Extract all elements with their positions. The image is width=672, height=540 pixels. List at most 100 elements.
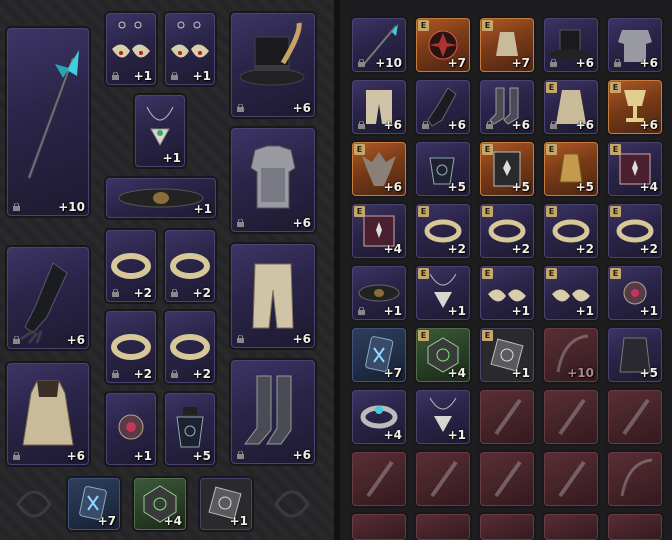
rune-slot-2[interactable]: +4: [134, 478, 186, 530]
inv-slot[interactable]: E +6: [608, 80, 662, 134]
inv-slot-empty[interactable]: [544, 452, 598, 506]
ring-slot-3[interactable]: +2: [106, 311, 156, 383]
lock-icon: [550, 121, 557, 129]
inv-slot[interactable]: E +1: [608, 266, 662, 320]
inv-slot-empty[interactable]: [416, 514, 470, 540]
rune-3-level: +1: [229, 514, 248, 528]
sword-icon: [494, 398, 522, 436]
inv-slot[interactable]: +6: [416, 80, 470, 134]
item-level: +6: [383, 118, 402, 132]
inv-slot[interactable]: E +7: [416, 18, 470, 72]
inv-slot-empty[interactable]: [480, 514, 534, 540]
brooch-level: +1: [133, 449, 152, 463]
inv-slot[interactable]: +10: [352, 18, 406, 72]
bottle-slot[interactable]: +5: [165, 393, 215, 465]
lock-icon: [486, 121, 493, 129]
lock-icon: [358, 121, 365, 129]
inv-slot[interactable]: E +7: [480, 18, 534, 72]
earring-2-level: +1: [192, 69, 211, 83]
item-level: +1: [447, 304, 466, 318]
item-level: +6: [575, 118, 594, 132]
inv-slot[interactable]: +6: [352, 80, 406, 134]
lock-icon: [237, 451, 244, 459]
inv-slot[interactable]: E +4: [416, 328, 470, 382]
inv-slot[interactable]: E +1: [480, 266, 534, 320]
item-level: +10: [375, 56, 402, 70]
lock-icon: [237, 219, 244, 227]
inv-slot[interactable]: E +2: [480, 204, 534, 258]
ring-slot-1[interactable]: +2: [106, 230, 156, 302]
item-level: +6: [447, 118, 466, 132]
lock-icon: [171, 289, 178, 297]
sword-icon: [558, 398, 586, 436]
inv-slot-empty[interactable]: [480, 390, 534, 444]
rune-slot-3[interactable]: +1: [200, 478, 252, 530]
gloves-slot[interactable]: +6: [7, 247, 89, 349]
inv-slot[interactable]: E +2: [608, 204, 662, 258]
lock-icon: [237, 104, 244, 112]
inv-slot[interactable]: E +1: [416, 266, 470, 320]
hat-level: +6: [292, 101, 311, 115]
ring-slot-2[interactable]: +2: [165, 230, 215, 302]
inv-slot-empty[interactable]: [352, 452, 406, 506]
armor-slot[interactable]: +6: [231, 128, 315, 232]
belt-level: +1: [193, 202, 212, 216]
sword-icon: [494, 460, 522, 498]
inv-slot-empty[interactable]: [544, 390, 598, 444]
inv-slot[interactable]: +5: [416, 142, 470, 196]
inv-slot[interactable]: E +6: [352, 142, 406, 196]
rune-slot-1[interactable]: +7: [68, 478, 120, 530]
inv-slot[interactable]: +1: [416, 390, 470, 444]
cape-slot[interactable]: +6: [7, 363, 89, 465]
pants-slot[interactable]: +6: [231, 244, 315, 348]
brooch-slot[interactable]: +1: [106, 393, 156, 465]
lock-icon: [550, 59, 557, 67]
inv-slot[interactable]: E +2: [544, 204, 598, 258]
inv-slot[interactable]: E +4: [608, 142, 662, 196]
lock-icon: [13, 203, 20, 211]
inv-slot[interactable]: E +2: [416, 204, 470, 258]
boots-slot[interactable]: +6: [231, 360, 315, 464]
item-level: +10: [567, 366, 594, 380]
inv-slot-empty[interactable]: [608, 514, 662, 540]
inv-slot-empty[interactable]: [544, 514, 598, 540]
inv-slot[interactable]: +6: [480, 80, 534, 134]
inv-slot[interactable]: E +1: [480, 328, 534, 382]
lock-icon: [112, 370, 119, 378]
inv-slot[interactable]: E +1: [544, 266, 598, 320]
necklace-slot[interactable]: +1: [135, 95, 185, 167]
ring-2-level: +2: [192, 286, 211, 300]
earring-slot-1[interactable]: +1: [106, 13, 156, 85]
lock-icon: [112, 289, 119, 297]
item-level: +2: [511, 242, 530, 256]
inv-slot-empty[interactable]: [416, 452, 470, 506]
inv-slot[interactable]: +10: [544, 328, 598, 382]
inv-slot[interactable]: +6: [544, 18, 598, 72]
inv-slot[interactable]: E +6: [544, 80, 598, 134]
lock-icon: [422, 121, 429, 129]
lock-icon: [171, 370, 178, 378]
inv-slot[interactable]: +4: [352, 390, 406, 444]
earring-slot-2[interactable]: +1: [165, 13, 215, 85]
spear-icon: [26, 50, 79, 179]
ring-1-level: +2: [133, 286, 152, 300]
inv-slot-empty[interactable]: [608, 390, 662, 444]
item-level: +6: [575, 56, 594, 70]
inv-slot[interactable]: E +5: [544, 142, 598, 196]
weapon-slot[interactable]: +10: [7, 28, 89, 216]
item-level: +2: [447, 242, 466, 256]
armor-level: +6: [292, 216, 311, 230]
inv-slot[interactable]: E +4: [352, 204, 406, 258]
ring-slot-4[interactable]: +2: [165, 311, 215, 383]
inv-slot[interactable]: +5: [608, 328, 662, 382]
inv-slot-empty[interactable]: [480, 452, 534, 506]
inv-slot-empty[interactable]: [352, 514, 406, 540]
hat-slot[interactable]: +6: [231, 13, 315, 117]
inv-slot[interactable]: E +5: [480, 142, 534, 196]
inv-slot[interactable]: +1: [352, 266, 406, 320]
inv-slot[interactable]: +7: [352, 328, 406, 382]
belt-slot[interactable]: +1: [106, 178, 216, 218]
inv-slot[interactable]: +6: [608, 18, 662, 72]
item-level: +4: [447, 366, 466, 380]
inv-slot-empty[interactable]: [608, 452, 662, 506]
